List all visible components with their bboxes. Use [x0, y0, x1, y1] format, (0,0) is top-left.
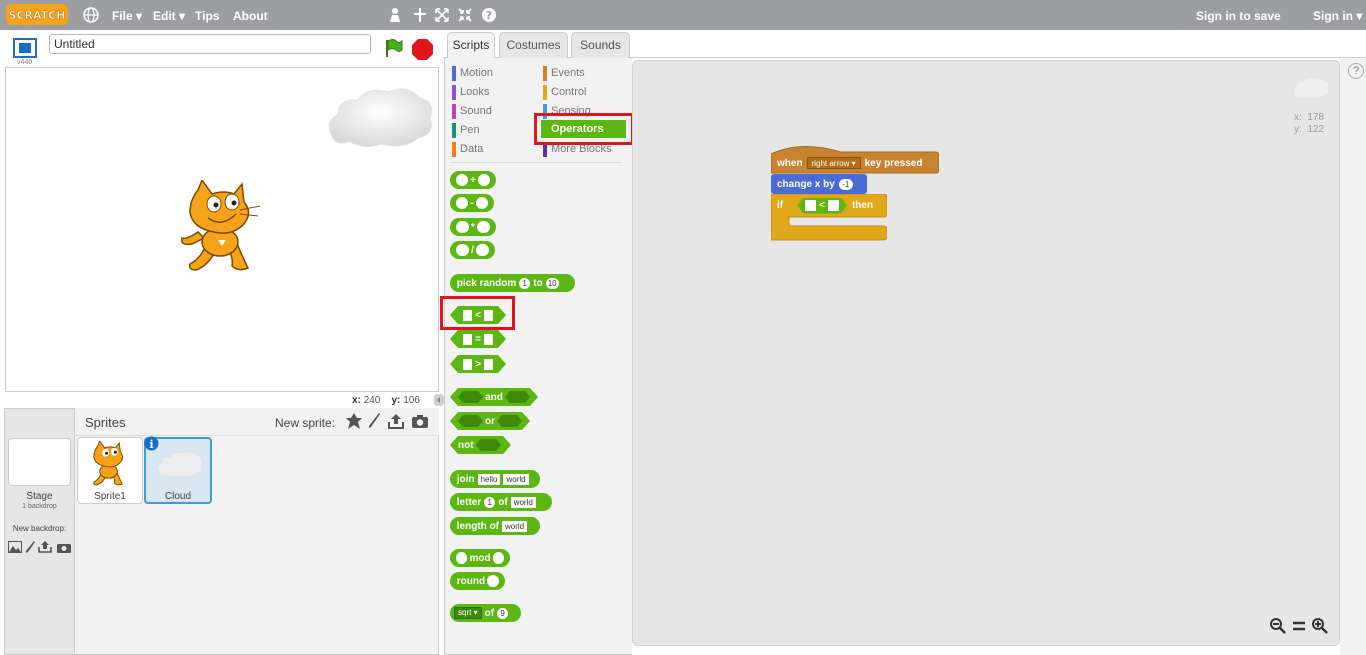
block-join[interactable]: join hello world: [450, 470, 540, 488]
stage-backdrop-count: 1 backdrop: [22, 503, 57, 510]
paint-new-sprite-icon[interactable]: [367, 412, 381, 430]
stop-icon[interactable]: [412, 39, 433, 60]
cat-sprite[interactable]: [178, 180, 268, 276]
palette-divider: [450, 162, 622, 163]
zoom-in-icon[interactable]: [1311, 617, 1329, 635]
sprites-title: Sprites: [85, 415, 126, 430]
block-round[interactable]: round: [450, 572, 505, 590]
block-subtract[interactable]: -: [450, 194, 494, 212]
backdrop-library-icon[interactable]: [8, 541, 22, 553]
category-motion[interactable]: Motion: [452, 66, 493, 81]
category-data[interactable]: Data: [452, 142, 483, 157]
sprite1-thumbnail: [93, 441, 123, 486]
category-pen[interactable]: Pen: [452, 123, 480, 138]
when-key-pressed-block[interactable]: when right arrow ▾ key pressed: [771, 152, 928, 174]
stage-thumbnail[interactable]: [8, 438, 71, 486]
grow-icon[interactable]: [433, 6, 451, 24]
zoom-reset-icon[interactable]: [1290, 617, 1308, 635]
presentation-mode-icon[interactable]: [13, 38, 37, 58]
svg-text:i: i: [149, 438, 153, 451]
block-sqrt-of[interactable]: sqrt ▾ of 9: [450, 604, 521, 622]
edit-menu[interactable]: Edit ▾: [153, 9, 185, 23]
zoom-out-icon[interactable]: [1269, 617, 1287, 635]
cut-icon[interactable]: [411, 6, 429, 24]
file-menu[interactable]: File ▾: [112, 9, 142, 23]
stage-mouse-coords: x: 240 y: 106: [352, 395, 420, 406]
tab-sounds[interactable]: Sounds: [571, 32, 630, 58]
collapse-stage-icon[interactable]: [434, 394, 444, 406]
sprite-tile-label: Sprite1: [94, 491, 126, 502]
block-or[interactable]: or: [450, 412, 530, 430]
tips-menu[interactable]: Tips: [195, 9, 219, 23]
tab-scripts[interactable]: Scripts: [447, 32, 495, 59]
block-letter-of[interactable]: letter 1 of world: [450, 493, 552, 511]
sign-in-to-save-link[interactable]: Sign in to save: [1196, 9, 1281, 23]
block-mod[interactable]: mod: [450, 549, 510, 567]
block-pick-random[interactable]: pick random 1 to 10: [450, 274, 575, 292]
help-button[interactable]: ?: [1348, 63, 1364, 79]
category-sound[interactable]: Sound: [452, 104, 492, 119]
stage-canvas[interactable]: [5, 67, 439, 392]
upload-backdrop-icon[interactable]: [38, 540, 52, 553]
scratch-logo[interactable]: SCRATCH: [6, 4, 68, 25]
cloud-thumbnail: [157, 451, 203, 477]
svg-text:SCRATCH: SCRATCH: [9, 9, 66, 22]
project-title-input[interactable]: [49, 34, 371, 54]
cloud-sprite-watermark: [1293, 78, 1329, 99]
less-than-condition[interactable]: <: [797, 198, 847, 214]
duplicate-icon[interactable]: [386, 6, 404, 24]
category-events[interactable]: Events: [543, 66, 585, 81]
block-divide[interactable]: /: [450, 241, 495, 259]
block-greater-than[interactable]: >: [450, 355, 506, 373]
about-menu[interactable]: About: [233, 9, 268, 23]
info-icon[interactable]: i: [144, 436, 159, 451]
choose-sprite-from-library-icon[interactable]: [345, 412, 363, 430]
block-and[interactable]: and: [450, 388, 538, 406]
stage-label: Stage: [26, 491, 53, 502]
svg-text:?: ?: [486, 9, 492, 22]
block-length-of[interactable]: length of world: [450, 517, 540, 535]
sprites-header: [75, 408, 439, 436]
camera-backdrop-icon[interactable]: [57, 542, 71, 553]
version-label: v440: [17, 59, 33, 66]
block-add[interactable]: +: [450, 171, 496, 189]
sprite-tile-label: Cloud: [164, 491, 192, 502]
green-flag-icon[interactable]: [383, 38, 403, 58]
sign-in-menu[interactable]: Sign in ▾: [1313, 9, 1362, 23]
key-dropdown[interactable]: right arrow ▾: [806, 157, 861, 169]
block-not[interactable]: not: [450, 436, 511, 454]
highlight-less-than-block: [440, 296, 515, 330]
upload-sprite-icon[interactable]: [387, 412, 405, 430]
right-strip: [1340, 58, 1366, 655]
sprite-position-readout: x: 178 y: 122: [1294, 112, 1325, 135]
category-looks[interactable]: Looks: [452, 85, 489, 100]
scripts-area[interactable]: [632, 60, 1340, 646]
new-sprite-label: New sprite:: [275, 416, 336, 430]
shrink-icon[interactable]: [456, 6, 474, 24]
new-backdrop-label: New backdrop:: [12, 524, 67, 533]
tab-costumes[interactable]: Costumes: [499, 32, 568, 58]
cloud-sprite[interactable]: [324, 84, 436, 150]
category-control[interactable]: Control: [543, 85, 586, 100]
menu-bar: SCRATCH File ▾ Edit ▾ Tips About ? Sign …: [0, 0, 1366, 30]
block-multiply[interactable]: *: [450, 218, 496, 236]
block-equals[interactable]: =: [450, 330, 506, 348]
camera-sprite-icon[interactable]: [411, 414, 429, 429]
help-icon[interactable]: ?: [480, 6, 498, 24]
highlight-operators-category: [534, 113, 634, 145]
if-then-block[interactable]: if < then: [771, 195, 879, 216]
change-x-block[interactable]: change x by -1: [771, 174, 867, 194]
paint-backdrop-icon[interactable]: [25, 540, 35, 554]
globe-icon[interactable]: [82, 6, 100, 24]
sprite-tile-sprite1[interactable]: Sprite1: [77, 437, 143, 504]
